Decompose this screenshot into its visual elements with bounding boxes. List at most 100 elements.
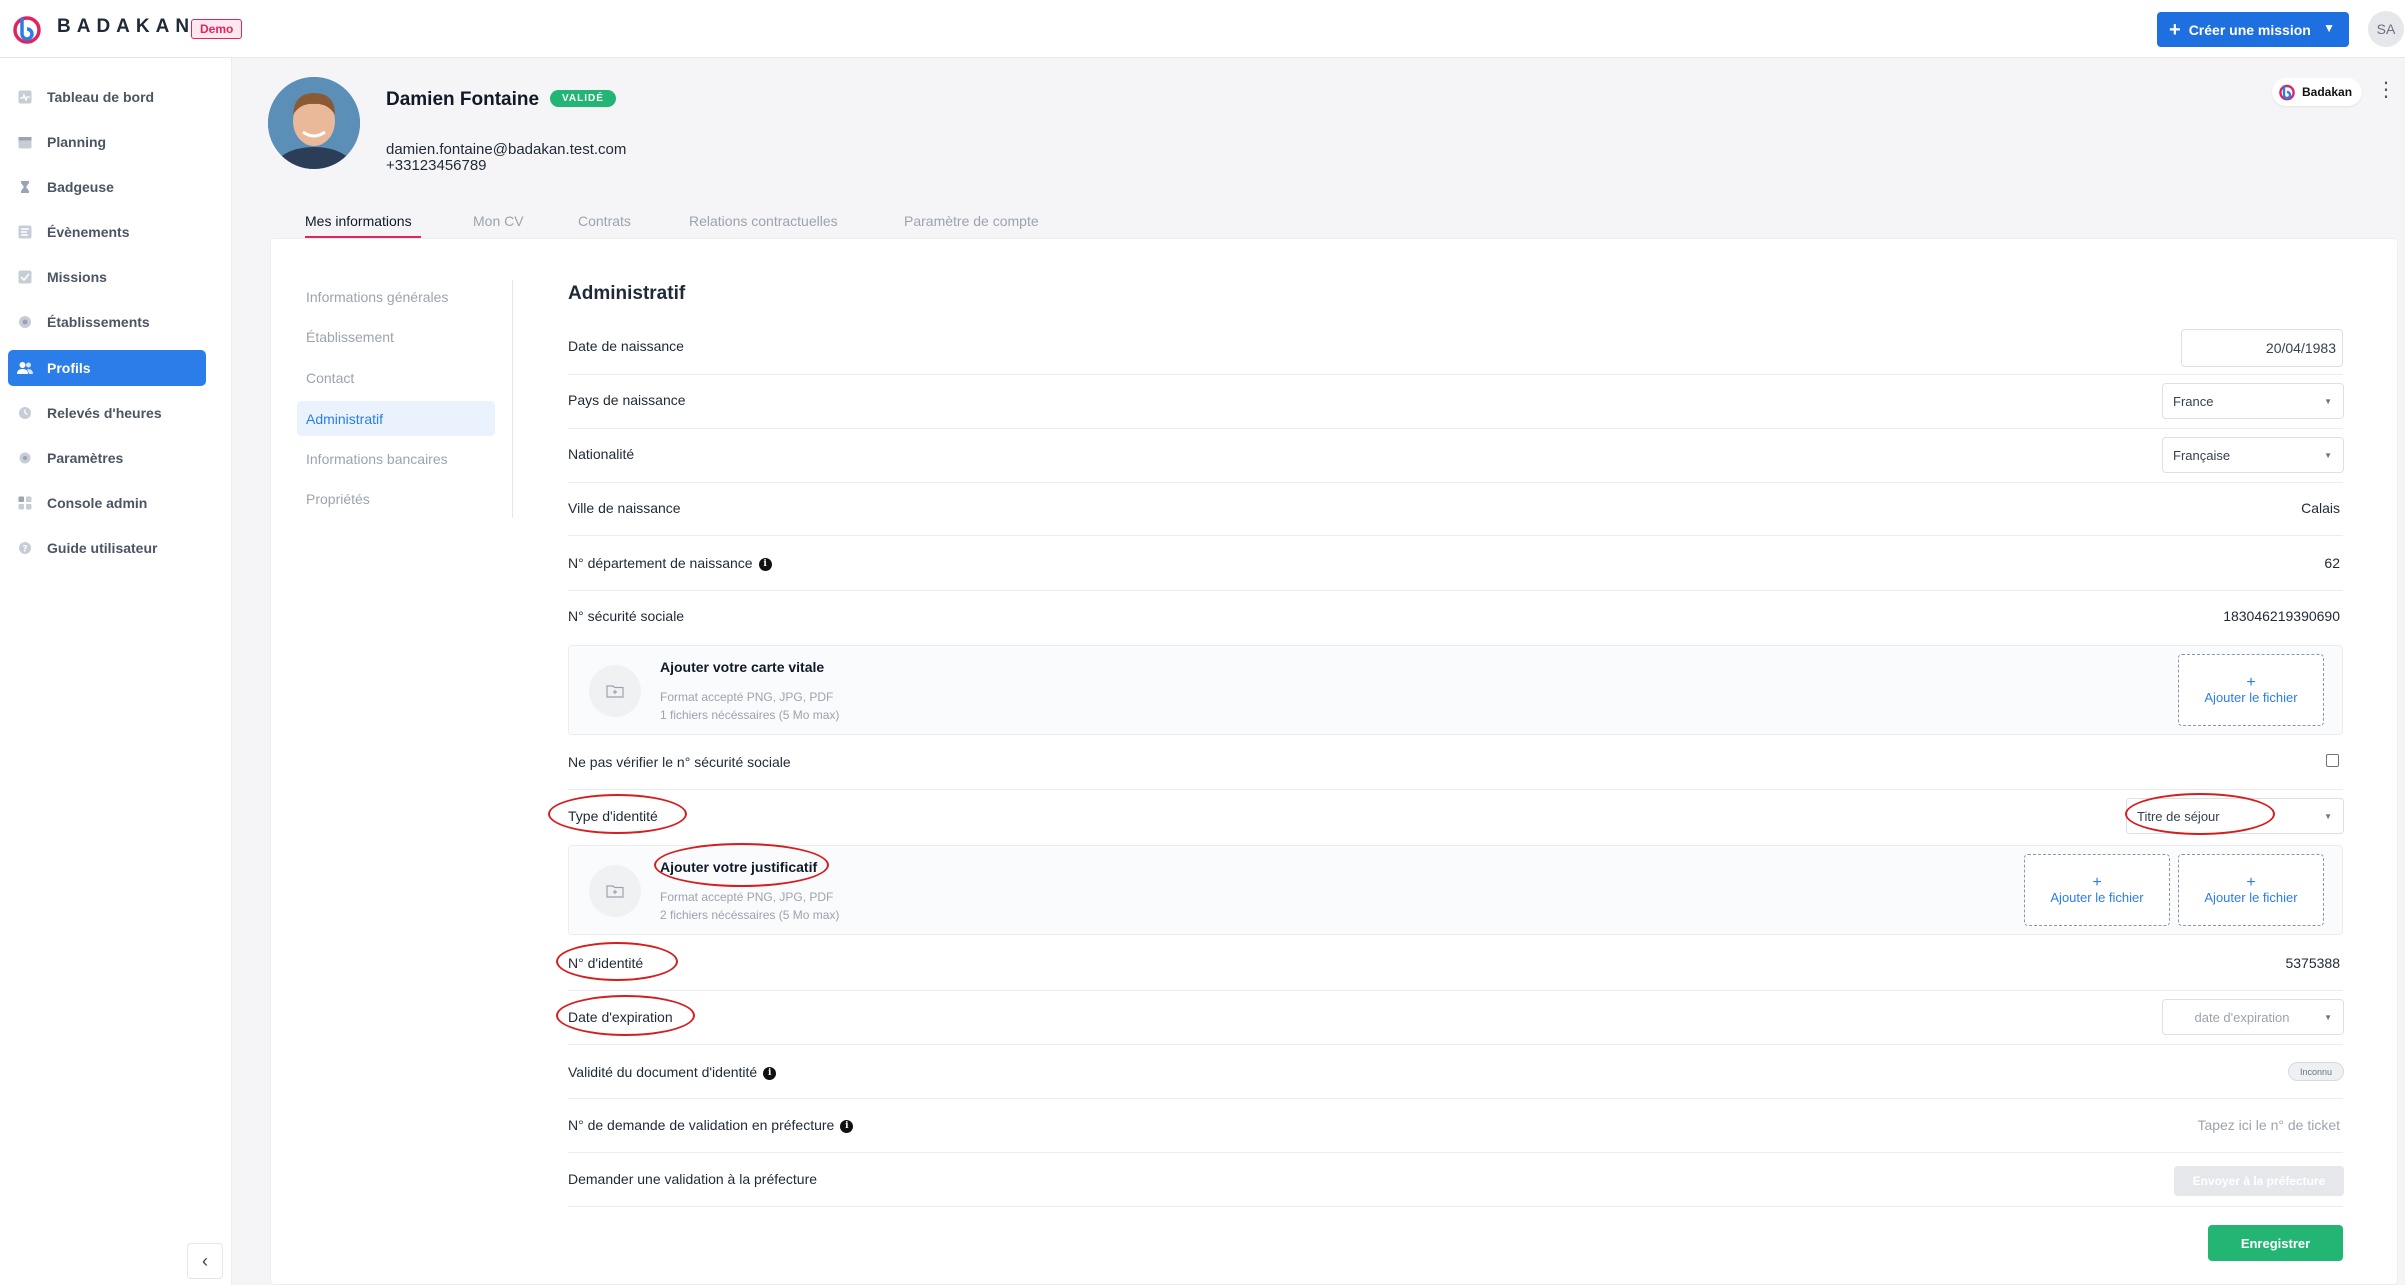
sidebar-item-label: Tableau de bord bbox=[47, 89, 155, 105]
env-badge: Demo bbox=[191, 19, 243, 39]
folder-icon bbox=[589, 865, 641, 917]
profile-name: Damien Fontaine bbox=[386, 89, 540, 110]
row-divider bbox=[568, 1206, 2343, 1207]
tab-contrats[interactable]: Contrats bbox=[578, 213, 631, 229]
top-bar: BADAKAN Demo + Créer une mission ▼ SA bbox=[0, 0, 2405, 58]
sidebar-item-evenements[interactable]: Évènements bbox=[8, 214, 206, 250]
sidebar-item-tableau-de-bord[interactable]: Tableau de bord bbox=[8, 79, 206, 115]
id-type-label: Type d'identité bbox=[568, 808, 658, 824]
organization-chip[interactable]: Badakan bbox=[2272, 78, 2363, 106]
collapse-sidebar-button[interactable]: ‹ bbox=[187, 1243, 223, 1279]
add-file-button-1[interactable]: + Ajouter le fichier bbox=[2024, 854, 2170, 926]
id-type-select[interactable]: Titre de séjour ▼ bbox=[2126, 798, 2344, 834]
expiry-date-label: Date d'expiration bbox=[568, 1009, 673, 1025]
expiry-date-input[interactable]: date d'expiration ▼ bbox=[2162, 999, 2344, 1035]
subnav-administratif[interactable]: Administratif bbox=[297, 401, 495, 436]
tab-mon-cv[interactable]: Mon CV bbox=[473, 213, 524, 229]
prefecture-validation-label: Demander une validation à la préfecture bbox=[568, 1171, 818, 1187]
birth-department-label: N° département de naissance i bbox=[568, 555, 772, 571]
profile-photo bbox=[268, 77, 360, 169]
sidebar-item-label: Badgeuse bbox=[47, 179, 114, 195]
row-divider bbox=[568, 428, 2343, 429]
sidebar-item-etablissements[interactable]: Établissements bbox=[8, 304, 206, 340]
caret-down-icon: ▼ bbox=[2324, 397, 2332, 406]
tab-mes-informations[interactable]: Mes informations bbox=[305, 213, 412, 229]
birth-country-value: France bbox=[2173, 393, 2214, 409]
birth-city-value: Calais bbox=[2301, 500, 2340, 516]
send-to-prefecture-button[interactable]: Envoyer à la préfecture bbox=[2174, 1166, 2344, 1196]
gear-icon bbox=[17, 450, 33, 466]
caret-down-icon: ▼ bbox=[2324, 451, 2332, 460]
row-divider bbox=[568, 535, 2343, 536]
sidebar-item-label: Guide utilisateur bbox=[47, 540, 158, 556]
subnav-etablissement[interactable]: Établissement bbox=[297, 319, 495, 354]
birth-country-select[interactable]: France ▼ bbox=[2162, 383, 2344, 419]
upload-requirement: 1 fichiers nécéssaires (5 Mo max) bbox=[660, 708, 840, 722]
sidebar-item-badgeuse[interactable]: Badgeuse bbox=[8, 169, 206, 205]
upload-formats: Format accepté PNG, JPG, PDF bbox=[660, 890, 834, 904]
row-divider bbox=[568, 990, 2343, 991]
birth-department-value: 62 bbox=[2324, 555, 2340, 571]
row-divider bbox=[568, 1098, 2343, 1099]
profile-email: damien.fontaine@badakan.test.com bbox=[386, 141, 627, 158]
sidebar-item-label: Console admin bbox=[47, 495, 148, 511]
calendar-icon bbox=[17, 134, 33, 150]
sidebar-item-label: Planning bbox=[47, 134, 107, 150]
add-file-button[interactable]: + Ajouter le fichier bbox=[2178, 654, 2324, 726]
add-file-button-2[interactable]: + Ajouter le fichier bbox=[2178, 854, 2324, 926]
pulse-icon bbox=[17, 89, 33, 105]
row-divider bbox=[568, 374, 2343, 375]
folder-icon bbox=[589, 665, 641, 717]
ssn-label: N° sécurité sociale bbox=[568, 608, 685, 624]
more-options-icon[interactable]: ⋮ bbox=[2376, 80, 2396, 100]
plus-icon: + bbox=[2169, 18, 2181, 41]
active-tab-indicator bbox=[305, 236, 421, 238]
user-avatar[interactable]: SA bbox=[2368, 11, 2404, 47]
subnav-informations-bancaires[interactable]: Informations bancaires bbox=[297, 441, 495, 476]
skip-ssn-checkbox[interactable] bbox=[2326, 754, 2339, 767]
ssn-value: 183046219390690 bbox=[2223, 608, 2340, 624]
sidebar-item-label: Établissements bbox=[47, 314, 150, 330]
create-mission-button[interactable]: + Créer une mission ▼ bbox=[2157, 12, 2349, 47]
upload-requirement: 2 fichiers nécéssaires (5 Mo max) bbox=[660, 908, 840, 922]
sidebar-item-label: Évènements bbox=[47, 224, 130, 240]
save-button[interactable]: Enregistrer bbox=[2208, 1225, 2343, 1261]
ticket-number-input[interactable]: Tapez ici le n° de ticket bbox=[2197, 1117, 2340, 1133]
sidebar-item-missions[interactable]: Missions bbox=[8, 259, 206, 295]
svg-text:?: ? bbox=[22, 545, 27, 555]
info-icon[interactable]: i bbox=[840, 1119, 854, 1133]
add-file-label: Ajouter le fichier bbox=[2204, 889, 2298, 905]
section-title: Administratif bbox=[568, 283, 686, 304]
sidebar-item-guide-utilisateur[interactable]: ? Guide utilisateur bbox=[8, 530, 206, 566]
status-badge: VALIDÉ bbox=[550, 90, 616, 107]
subnav-contact[interactable]: Contact bbox=[297, 360, 495, 395]
upload-title: Ajouter votre carte vitale bbox=[660, 659, 825, 675]
subnav-informations-generales[interactable]: Informations générales bbox=[297, 279, 495, 314]
sidebar-item-label: Missions bbox=[47, 269, 107, 285]
info-icon[interactable]: i bbox=[763, 1066, 777, 1080]
caret-down-icon: ▼ bbox=[2324, 1013, 2332, 1022]
users-icon bbox=[17, 360, 33, 376]
validity-status-badge: Inconnu bbox=[2288, 1062, 2344, 1081]
profile-phone: +33123456789 bbox=[386, 157, 487, 174]
info-icon[interactable]: i bbox=[758, 557, 772, 571]
sidebar-item-releves-d-heures[interactable]: Relevés d'heures bbox=[8, 395, 206, 431]
plus-icon: + bbox=[2246, 873, 2256, 891]
nationality-select[interactable]: Française ▼ bbox=[2162, 437, 2344, 473]
sidebar-item-planning[interactable]: Planning bbox=[8, 124, 206, 160]
badakan-logo-icon[interactable] bbox=[12, 14, 42, 44]
list-icon bbox=[17, 224, 33, 240]
sidebar-item-console-admin[interactable]: Console admin bbox=[8, 485, 206, 521]
row-divider bbox=[568, 789, 2343, 790]
create-mission-label: Créer une mission bbox=[2188, 21, 2311, 38]
birth-date-input[interactable]: 20/04/1983 bbox=[2181, 329, 2343, 367]
subnav-divider bbox=[512, 280, 513, 518]
subnav-proprietes[interactable]: Propriétés bbox=[297, 481, 495, 516]
upload-title: Ajouter votre justificatif bbox=[660, 859, 818, 875]
hourglass-icon bbox=[17, 179, 33, 195]
sidebar-item-profils[interactable]: Profils bbox=[8, 350, 206, 386]
tab-parametre-de-compte[interactable]: Paramètre de compte bbox=[904, 213, 1039, 229]
badakan-logo-icon bbox=[2279, 84, 2295, 101]
sidebar-item-parametres[interactable]: Paramètres bbox=[8, 440, 206, 476]
tab-relations-contractuelles[interactable]: Relations contractuelles bbox=[689, 213, 838, 229]
